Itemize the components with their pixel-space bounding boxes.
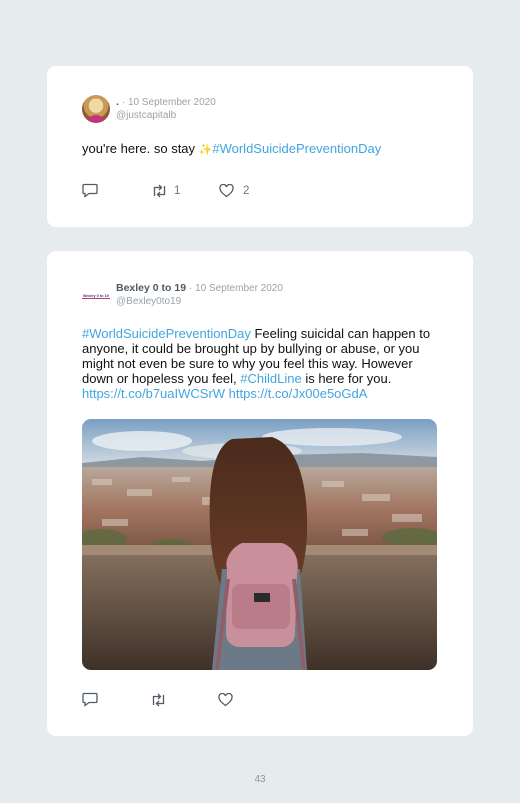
- reply-icon: [82, 183, 98, 198]
- tweet-text-part: is here for you.: [301, 371, 392, 386]
- tweet-card: . · 10 September 2020 @justcapitalb you'…: [47, 66, 473, 227]
- tweet-meta: Bexley 0 to 19 · 10 September 2020 @Bexl…: [116, 282, 283, 308]
- page-number: 43: [254, 774, 266, 785]
- logo-underline: [82, 298, 110, 299]
- like-count: 2: [243, 184, 250, 197]
- avatar[interactable]: Bexley 0 to 19: [82, 281, 110, 309]
- url-link[interactable]: https://t.co/Jx00e5oGdA: [229, 386, 368, 401]
- sparkles-icon: ✨: [198, 144, 213, 156]
- reply-button[interactable]: [82, 183, 151, 198]
- tweet-date: · 10 September 2020: [121, 97, 216, 108]
- retweet-button[interactable]: 1: [151, 184, 219, 198]
- tweet-actions: [82, 692, 239, 707]
- reply-icon: [82, 692, 98, 707]
- tweet-header: Bexley 0 to 19 Bexley 0 to 19 · 10 Septe…: [82, 281, 283, 309]
- author-handle[interactable]: @Bexley0to19: [116, 295, 283, 308]
- retweet-icon: [152, 693, 165, 706]
- author-name[interactable]: .: [116, 96, 119, 108]
- retweet-icon: [153, 184, 166, 197]
- tweet-text: you're here. so stay ✨#WorldSuicidePreve…: [82, 141, 438, 158]
- tweet-header: . · 10 September 2020 @justcapitalb: [82, 95, 216, 123]
- url-link[interactable]: https://t.co/b7uaIWCSrW: [82, 386, 225, 401]
- tweet-photo[interactable]: [82, 419, 437, 670]
- avatar[interactable]: [82, 95, 110, 123]
- reply-button[interactable]: [82, 692, 150, 707]
- photo-woman-overlooking-city: [82, 419, 437, 670]
- retweet-count: 1: [174, 184, 181, 197]
- like-button[interactable]: [218, 692, 239, 707]
- tweet-actions: 1 2: [82, 183, 249, 198]
- hashtag-link[interactable]: #ChildLine: [240, 371, 301, 386]
- hashtag-link[interactable]: #WorldSuicidePreventionDay: [212, 141, 381, 156]
- tweet-text-part: you're here. so stay: [82, 141, 199, 156]
- tweet-text: #WorldSuicidePreventionDay Feeling suici…: [82, 326, 438, 401]
- logo-text: Bexley 0 to 19: [83, 292, 109, 298]
- retweet-button[interactable]: [150, 693, 218, 707]
- tweet-card: Bexley 0 to 19 Bexley 0 to 19 · 10 Septe…: [47, 251, 473, 736]
- hashtag-link[interactable]: #WorldSuicidePreventionDay: [82, 326, 251, 341]
- heart-icon: [219, 183, 234, 197]
- tweet-date: · 10 September 2020: [188, 283, 283, 294]
- author-handle[interactable]: @justcapitalb: [116, 109, 216, 122]
- tweet-meta: . · 10 September 2020 @justcapitalb: [116, 96, 216, 122]
- like-button[interactable]: 2: [219, 183, 250, 198]
- heart-icon: [218, 692, 233, 706]
- author-name[interactable]: Bexley 0 to 19: [116, 282, 186, 294]
